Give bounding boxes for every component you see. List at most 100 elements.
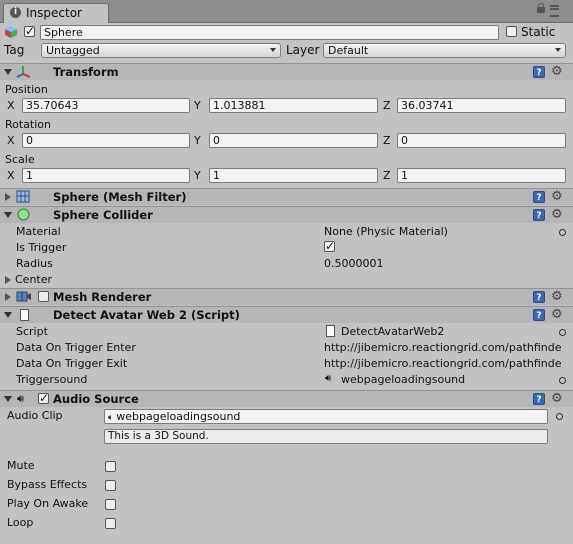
- is-trigger-label: Is Trigger: [16, 241, 67, 254]
- tag-dropdown[interactable]: Untagged: [41, 43, 281, 58]
- layer-dropdown[interactable]: Default: [323, 43, 566, 58]
- object-picker-icon[interactable]: [559, 329, 566, 336]
- center-label[interactable]: Center: [15, 273, 52, 286]
- object-picker-icon[interactable]: [559, 377, 566, 384]
- scale-z-label: Z: [383, 169, 391, 182]
- play-on-awake-label: Play On Awake: [7, 497, 89, 510]
- inspector-tab-bar: i Inspector: [0, 0, 573, 23]
- scale-z-field[interactable]: 1: [397, 168, 566, 183]
- foldout-open-icon[interactable]: [4, 69, 12, 75]
- loop-checkbox[interactable]: [105, 518, 116, 529]
- trigger-enter-label: Data On Trigger Enter: [16, 341, 136, 354]
- audio-clip-value: webpageloadingsound: [116, 410, 241, 423]
- triggersound-value[interactable]: webpageloadingsound: [341, 373, 465, 386]
- mesh-renderer-enabled-checkbox[interactable]: [38, 291, 49, 302]
- mesh-filter-header[interactable]: Sphere (Mesh Filter) ? ⚙: [0, 188, 573, 205]
- trigger-exit-value[interactable]: http://jibemicro.reactiongrid.com/pathfi…: [324, 357, 562, 370]
- position-z-label: Z: [383, 99, 391, 112]
- position-y-label: Y: [194, 99, 201, 112]
- object-active-checkbox[interactable]: ✓: [24, 24, 36, 38]
- info-icon: i: [10, 7, 21, 18]
- collider-material-label: Material: [16, 225, 61, 238]
- mesh-filter-title: Sphere (Mesh Filter): [53, 190, 187, 204]
- chevron-down-icon: [555, 48, 561, 52]
- center-foldout-icon[interactable]: [5, 276, 11, 284]
- rotation-x-field[interactable]: 0: [22, 133, 190, 148]
- audio-clip-field[interactable]: 🔈︎ webpageloadingsound: [104, 409, 548, 424]
- foldout-open-icon[interactable]: [4, 396, 12, 402]
- gear-icon[interactable]: ⚙: [551, 65, 563, 78]
- scale-x-field[interactable]: 1: [22, 168, 190, 183]
- trigger-enter-value[interactable]: http://jibemicro.reactiongrid.com/pathfi…: [324, 341, 562, 354]
- scale-label: Scale: [5, 153, 35, 166]
- audio-clip-icon: 🔊︎: [325, 373, 332, 384]
- mute-label: Mute: [7, 459, 35, 472]
- trigger-exit-label: Data On Trigger Exit: [16, 357, 128, 370]
- script-file-icon: [326, 325, 335, 337]
- position-label: Position: [5, 83, 48, 96]
- audio-source-title: Audio Source: [53, 392, 139, 406]
- rotation-z-field[interactable]: 0: [397, 133, 566, 148]
- foldout-open-icon[interactable]: [4, 312, 12, 318]
- position-z-field[interactable]: 36.03741: [397, 98, 566, 113]
- gear-icon[interactable]: ⚙: [551, 190, 563, 203]
- transform-header[interactable]: Transform ? ⚙: [0, 63, 573, 80]
- bypass-effects-checkbox[interactable]: [105, 480, 116, 491]
- bypass-effects-label: Bypass Effects: [7, 478, 88, 491]
- help-icon[interactable]: ?: [533, 291, 545, 303]
- script-component-header[interactable]: Detect Avatar Web 2 (Script) ? ⚙: [0, 306, 573, 323]
- sphere-collider-title: Sphere Collider: [53, 208, 153, 222]
- transform-axes-icon: [16, 65, 31, 79]
- script-value[interactable]: DetectAvatarWeb2: [341, 325, 444, 338]
- script-label: Script: [16, 325, 48, 338]
- help-icon[interactable]: ?: [533, 309, 545, 321]
- audio-info-box: This is a 3D Sound.: [104, 429, 548, 444]
- gear-icon[interactable]: ⚙: [551, 208, 563, 221]
- foldout-closed-icon[interactable]: [5, 193, 11, 201]
- help-icon[interactable]: ?: [533, 66, 545, 78]
- help-icon[interactable]: ?: [533, 191, 545, 203]
- triggersound-label: Triggersound: [16, 373, 88, 386]
- script-component-title: Detect Avatar Web 2 (Script): [53, 308, 240, 322]
- sphere-collider-header[interactable]: Sphere Collider ? ⚙: [0, 206, 573, 223]
- rotation-x-label: X: [7, 134, 15, 147]
- position-x-field[interactable]: 35.70643: [22, 98, 190, 113]
- gear-icon[interactable]: ⚙: [551, 290, 563, 303]
- audio-source-enabled-checkbox[interactable]: ✓: [38, 391, 49, 405]
- scale-y-field[interactable]: 1: [209, 168, 378, 183]
- script-file-icon: [20, 309, 29, 321]
- object-picker-icon[interactable]: [559, 229, 566, 236]
- static-checkbox[interactable]: [506, 26, 517, 37]
- radius-value[interactable]: 0.5000001: [324, 257, 384, 270]
- radius-label: Radius: [16, 257, 53, 270]
- foldout-closed-icon[interactable]: [5, 293, 11, 301]
- mesh-renderer-header[interactable]: Mesh Renderer ? ⚙: [0, 288, 573, 305]
- play-on-awake-checkbox[interactable]: [105, 499, 116, 510]
- rotation-label: Rotation: [5, 118, 52, 131]
- is-trigger-checkbox[interactable]: ✓: [324, 239, 335, 253]
- help-icon[interactable]: ?: [533, 393, 545, 405]
- chevron-down-icon: [270, 48, 276, 52]
- object-picker-icon[interactable]: [556, 413, 563, 420]
- audio-source-header[interactable]: 🔊︎ ✓ Audio Source ? ⚙: [0, 390, 573, 407]
- menu-icon[interactable]: [550, 5, 559, 17]
- foldout-open-icon[interactable]: [4, 212, 12, 218]
- tab-inspector[interactable]: i Inspector: [3, 3, 109, 23]
- gear-icon[interactable]: ⚙: [551, 308, 563, 321]
- collider-material-value[interactable]: None (Physic Material): [324, 225, 448, 238]
- static-label: Static: [521, 25, 556, 39]
- object-name-input[interactable]: Sphere: [40, 25, 499, 40]
- tag-label: Tag: [4, 43, 25, 57]
- tab-inspector-label: Inspector: [26, 6, 82, 20]
- position-y-field[interactable]: 1.013881: [209, 98, 378, 113]
- scale-x-label: X: [7, 169, 15, 182]
- transform-title: Transform: [53, 65, 119, 79]
- check-icon: ✓: [25, 24, 36, 38]
- gear-icon[interactable]: ⚙: [551, 392, 563, 405]
- mute-checkbox[interactable]: [105, 461, 116, 472]
- cube-icon: [5, 26, 17, 38]
- help-icon[interactable]: ?: [533, 209, 545, 221]
- rotation-y-field[interactable]: 0: [209, 133, 378, 148]
- lock-icon[interactable]: [537, 3, 545, 13]
- mesh-filter-icon: [16, 190, 30, 203]
